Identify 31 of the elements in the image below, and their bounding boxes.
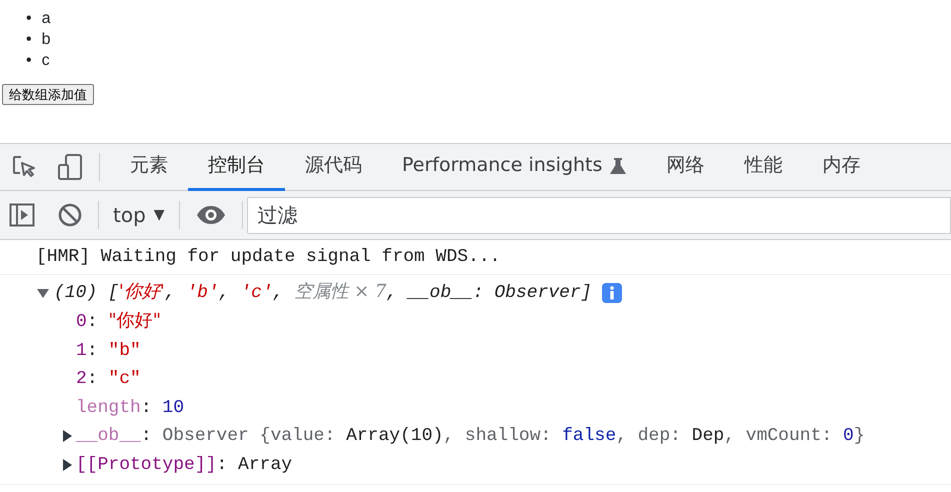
sidebar-toggle-icon[interactable] [9, 203, 35, 227]
panel-tab[interactable]: 源代码 [285, 144, 382, 190]
bullet-marker: • [26, 30, 32, 50]
property-text: length: 10 [76, 396, 184, 420]
list-item: a [42, 9, 51, 29]
device-toolbar-icon[interactable] [57, 153, 83, 181]
panel-tab[interactable]: Performance insights [382, 144, 646, 190]
property-row[interactable]: __ob__: Observer {value: Array(10), shallow: false, dep: Dep, vmCount: 0} [76, 422, 865, 450]
property-text: 1: "b" [76, 340, 141, 362]
panel-tab[interactable]: 元素 [110, 144, 188, 190]
add-value-button[interactable]: 给数组添加值 [2, 84, 94, 105]
filter-field[interactable]: 过滤 [246, 196, 951, 234]
log-message: [HMR] Waiting for update signal from WDS... [36, 247, 500, 267]
panel-tab[interactable]: 网络 [646, 144, 724, 190]
expand-arrow-icon[interactable] [60, 429, 74, 444]
object-summary[interactable]: (10) ['你好', 'b', 'c', 空属性 × 7, __ob__: Observer] [54, 280, 592, 305]
expand-arrow-icon[interactable] [60, 458, 74, 472]
inspect-element-icon[interactable] [11, 154, 37, 180]
clear-console-icon[interactable] [58, 203, 82, 227]
bullet-marker: • [26, 9, 32, 29]
list-item: b [42, 30, 51, 50]
eye-icon[interactable] [196, 205, 226, 225]
context-dropdown[interactable]: top ▼ [107, 200, 171, 230]
panel-tab[interactable]: 内存 [802, 144, 880, 190]
list-item: c [42, 51, 50, 71]
panel-tab[interactable]: 性能 [724, 144, 802, 190]
property-row[interactable]: [[Prototype]]: Array [76, 450, 292, 479]
property-text: 0: "你好" [76, 309, 161, 334]
bullet-marker: • [26, 51, 32, 71]
property-text: 2: "c" [76, 368, 141, 391]
info-icon[interactable] [602, 282, 622, 302]
